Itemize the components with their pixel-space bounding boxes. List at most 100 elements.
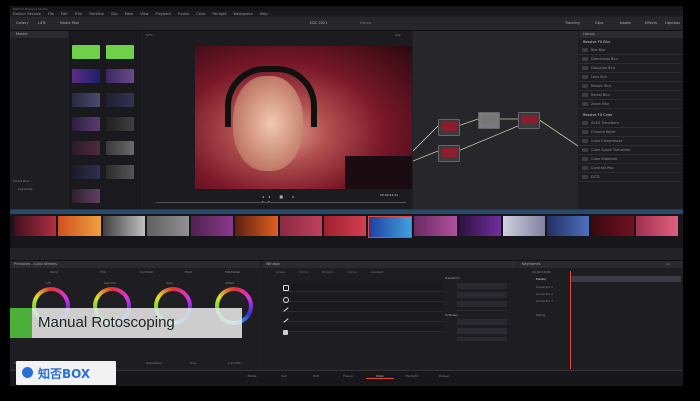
- media-thumbnail[interactable]: [106, 45, 134, 59]
- media-thumbnail[interactable]: [106, 141, 134, 155]
- media-pool-button[interactable]: Media Pool: [60, 17, 79, 30]
- clip-thumbnail[interactable]: [146, 216, 190, 236]
- fx-aces-transform[interactable]: ACES Transform: [579, 119, 683, 128]
- tab-circle[interactable]: Circle: [299, 270, 307, 277]
- section-resolve-fx-color[interactable]: Resolve FX Color: [579, 109, 683, 119]
- section-resolve-fx-blur[interactable]: Resolve FX Blur: [579, 38, 683, 46]
- parallel-node[interactable]: [478, 112, 500, 129]
- nodes-button[interactable]: Nodes: [620, 17, 631, 30]
- tab-linear[interactable]: Linear: [276, 270, 285, 277]
- keyframe-track[interactable]: Corrector 3: [536, 299, 553, 303]
- menu-item[interactable]: File: [48, 12, 54, 16]
- clips-button[interactable]: Clips: [595, 17, 603, 30]
- timeline-name[interactable]: EDC 2021: [310, 17, 327, 30]
- gradient-window-icon[interactable]: [283, 330, 288, 335]
- zoom-level[interactable]: 57%: [146, 33, 153, 37]
- media-thumbnail[interactable]: [106, 165, 134, 179]
- menu-item[interactable]: Fusion: [178, 12, 189, 16]
- effects-button[interactable]: Effects: [645, 17, 657, 30]
- bin-master[interactable]: Master: [10, 31, 68, 38]
- fx-gaussian-blur[interactable]: Gaussian Blur: [579, 64, 683, 73]
- clip-thumbnail[interactable]: [235, 216, 278, 236]
- menu-item[interactable]: Mark: [125, 12, 134, 16]
- window-row-gradient[interactable]: [282, 322, 442, 332]
- media-thumbnail[interactable]: [72, 93, 100, 107]
- smart-bin-keywords[interactable]: Keywords: [18, 187, 32, 191]
- fx-zoom-blur[interactable]: Zoom Blur: [579, 100, 683, 109]
- media-thumbnail[interactable]: [72, 117, 100, 131]
- transport-controls[interactable]: ◂◂ ■ ▸ ▸▸: [262, 194, 302, 204]
- window-row-circle[interactable]: [282, 292, 442, 302]
- page-edit[interactable]: Edit: [302, 374, 330, 379]
- keyframe-playhead[interactable]: [570, 271, 571, 369]
- fx-box-blur[interactable]: Box Blur: [579, 46, 683, 55]
- window-row-polygon[interactable]: [282, 302, 442, 312]
- viewer-image[interactable]: [195, 46, 412, 189]
- keyframe-track[interactable]: Corrector 1: [536, 285, 553, 289]
- media-thumbnail[interactable]: [72, 69, 100, 83]
- window-row-linear[interactable]: [282, 282, 442, 292]
- window-row-curve[interactable]: [282, 312, 442, 322]
- page-media[interactable]: Media: [238, 374, 266, 379]
- fx-lens-blur[interactable]: Lens Blur: [579, 73, 683, 82]
- menu-item[interactable]: View: [140, 12, 148, 16]
- keyframe-track[interactable]: Sizing: [536, 313, 545, 317]
- media-thumbnail[interactable]: [106, 93, 134, 107]
- corrector-node-3[interactable]: [518, 112, 540, 129]
- corrector-node-2[interactable]: [438, 145, 460, 162]
- transform-fields[interactable]: [457, 283, 507, 311]
- tab-gradient[interactable]: Gradient: [370, 270, 383, 277]
- clip-thumbnail[interactable]: [58, 216, 101, 236]
- menu-item[interactable]: Help: [260, 12, 268, 16]
- menu-item[interactable]: DaVinci Resolve: [13, 12, 41, 16]
- page-fairlight[interactable]: Fairlight: [398, 374, 426, 379]
- clip-thumbnail[interactable]: [191, 216, 234, 236]
- menu-item[interactable]: Playback: [156, 12, 172, 16]
- page-color[interactable]: Color: [366, 374, 394, 379]
- media-thumbnail[interactable]: [106, 69, 134, 83]
- fx-chroma-keyer[interactable]: Chroma Keyer: [579, 128, 683, 137]
- clip-thumbnail[interactable]: [102, 216, 145, 236]
- media-thumbnail[interactable]: [72, 45, 100, 59]
- page-fusion[interactable]: Fusion: [334, 374, 362, 379]
- clip-thumbnail[interactable]: [458, 216, 501, 236]
- palette-toolbar[interactable]: [10, 248, 683, 261]
- viewer-scrubber[interactable]: [156, 202, 406, 203]
- media-thumbnail[interactable]: [72, 165, 100, 179]
- lightbox-button[interactable]: Lightbox: [665, 17, 680, 30]
- clip-thumbnail[interactable]: [547, 216, 590, 236]
- menu-item[interactable]: Trim: [75, 12, 82, 16]
- linear-window-icon[interactable]: [283, 285, 289, 291]
- keyframe-track-master[interactable]: Master: [536, 277, 546, 281]
- node-editor[interactable]: [413, 31, 578, 209]
- fx-dctl[interactable]: DCTL: [579, 173, 683, 182]
- corrector-node-1[interactable]: [438, 119, 460, 136]
- menu-item[interactable]: Fairlight: [212, 12, 226, 16]
- clip-thumbnail[interactable]: [279, 216, 322, 236]
- fx-color-space-transform[interactable]: Color Space Transform: [579, 146, 683, 155]
- menu-item[interactable]: Clip: [111, 12, 118, 16]
- clip-thumbnail[interactable]: [591, 216, 634, 236]
- clip-thumbnail[interactable]: [323, 216, 367, 236]
- menu-item[interactable]: Color: [196, 12, 205, 16]
- softness-fields[interactable]: [457, 319, 507, 341]
- fx-color-stabilizer[interactable]: Color Stabilizer: [579, 155, 683, 164]
- fx-color-compressor[interactable]: Color Compressor: [579, 137, 683, 146]
- media-thumbnail[interactable]: [106, 117, 134, 131]
- clip-thumbnail[interactable]: [635, 216, 678, 236]
- tab-curve[interactable]: Curve: [348, 270, 357, 277]
- circle-window-icon[interactable]: [283, 297, 289, 303]
- menu-item[interactable]: Edit: [61, 12, 68, 16]
- clip-thumbnail[interactable]: [502, 216, 546, 236]
- keyframes-filter[interactable]: All: [666, 262, 670, 266]
- keyframe-track[interactable]: Corrector 2: [536, 292, 553, 296]
- fx-mosaic-blur[interactable]: Mosaic Blur: [579, 82, 683, 91]
- menu-item[interactable]: Workspace: [234, 12, 253, 16]
- menu-item[interactable]: Timeline: [89, 12, 104, 16]
- page-cut[interactable]: Cut: [270, 374, 298, 379]
- fx-contrast-pop[interactable]: Contrast Pop: [579, 164, 683, 173]
- fx-radial-blur[interactable]: Radial Blur: [579, 91, 683, 100]
- media-thumbnail[interactable]: [72, 141, 100, 155]
- gallery-button[interactable]: Gallery: [16, 17, 28, 30]
- tracking-button[interactable]: Tracking: [565, 17, 580, 30]
